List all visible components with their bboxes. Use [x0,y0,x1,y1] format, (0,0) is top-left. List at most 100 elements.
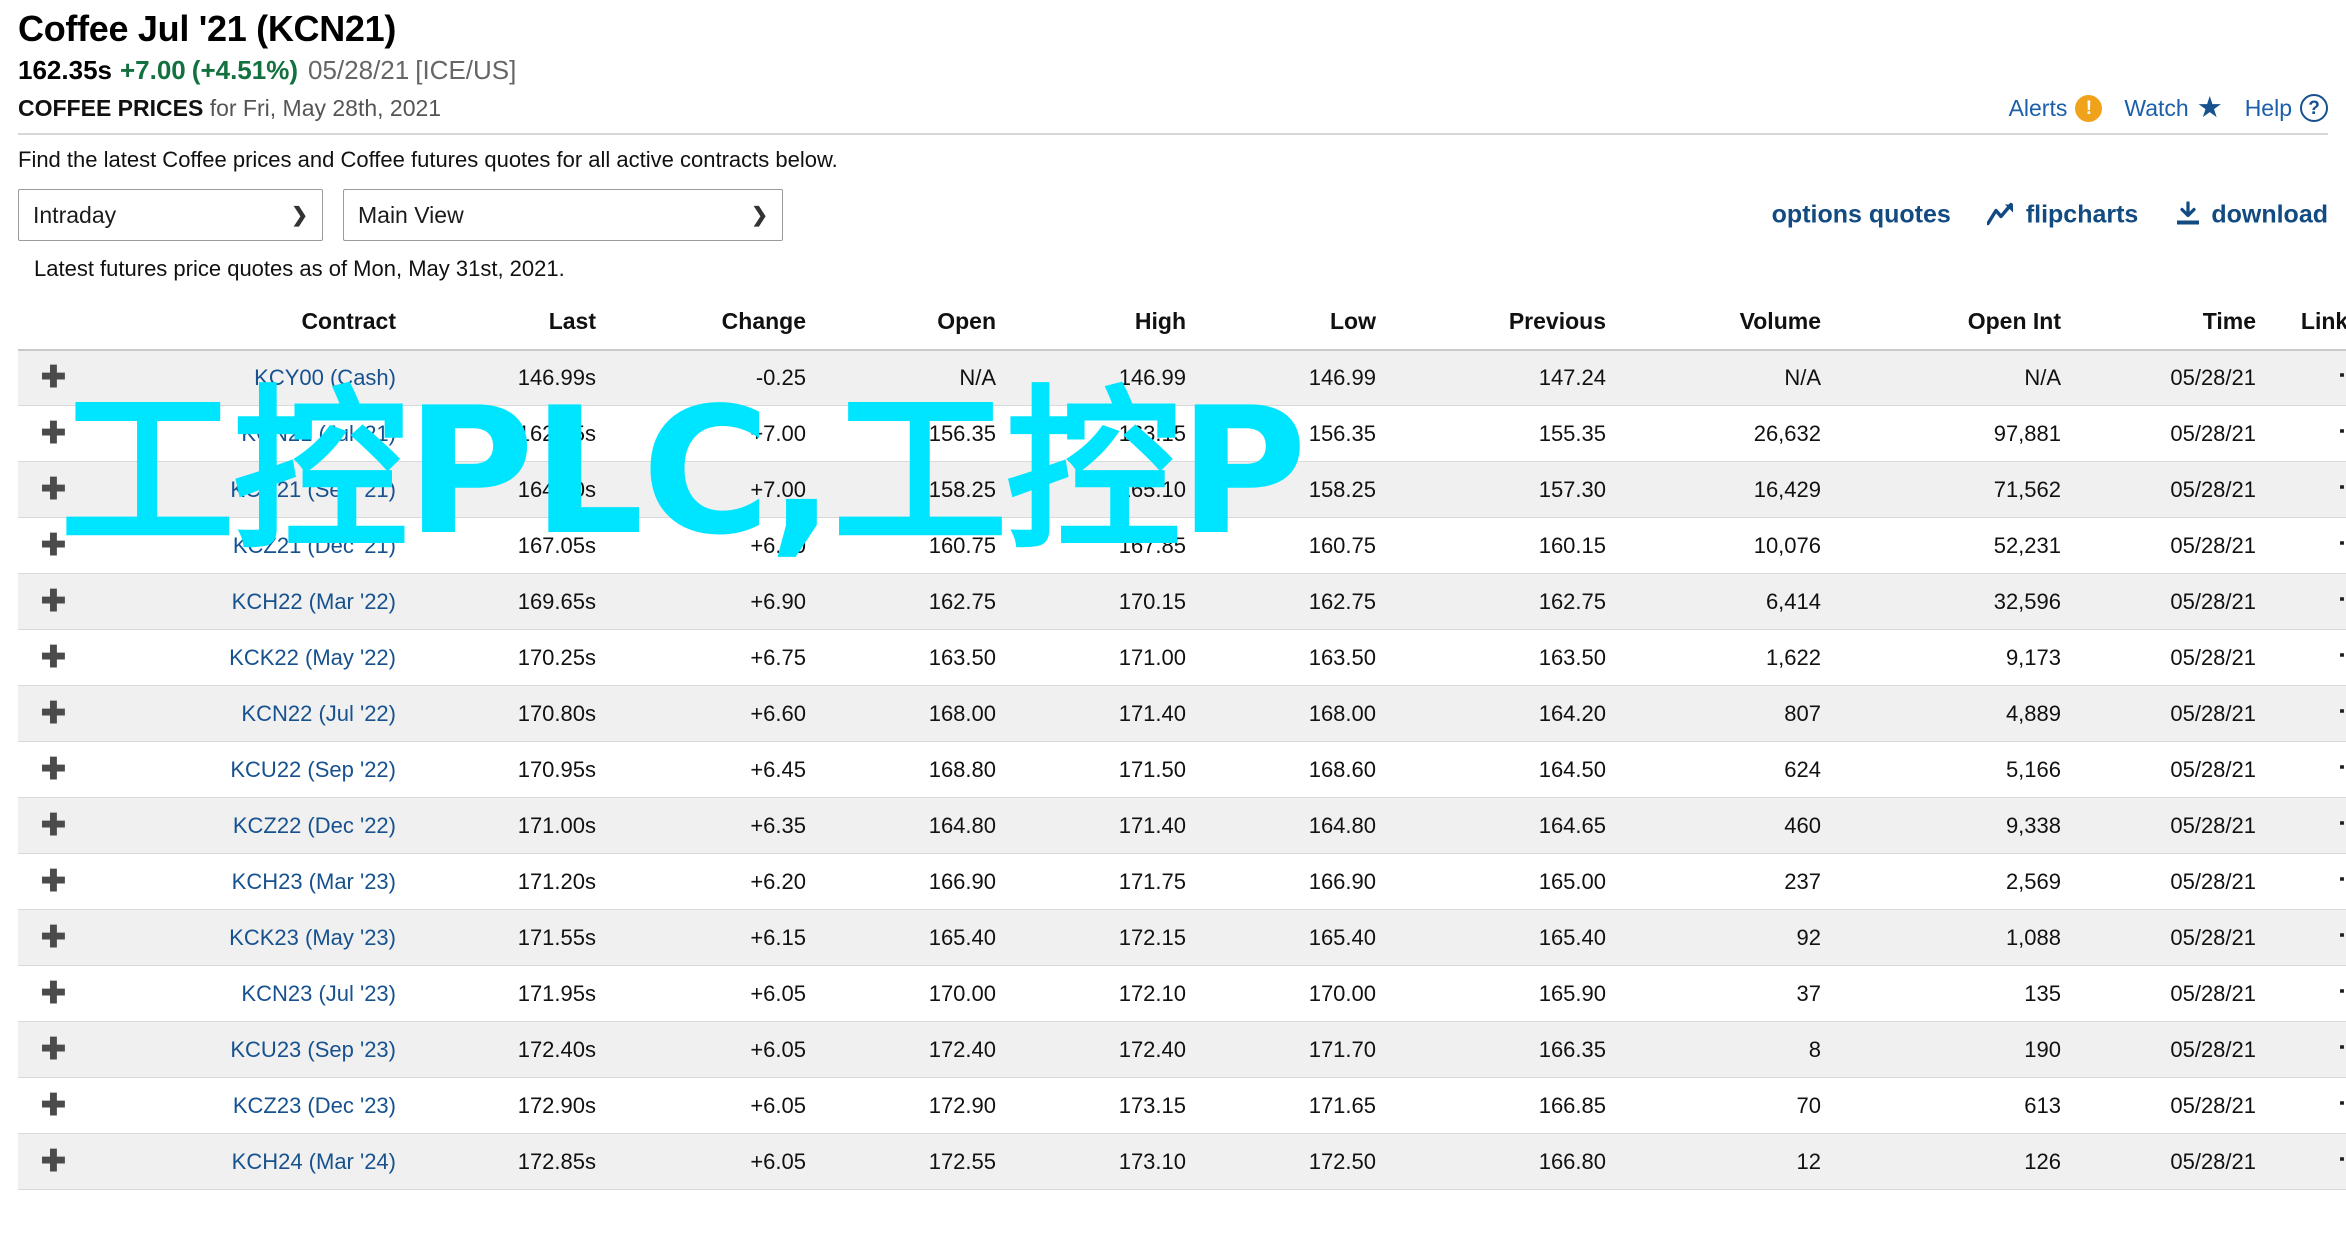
plus-icon[interactable]: ✚ [41,1146,66,1177]
expand-row-cell[interactable]: ✚ [18,686,80,742]
column-open[interactable]: Open [820,297,1010,351]
links-cell[interactable]: ⋮ [2270,854,2346,910]
contract-link[interactable]: KCH22 (Mar '22) [232,589,396,614]
time-cell: 05/28/21 [2170,532,2256,558]
contract-link[interactable]: KCN22 (Jul '22) [241,701,396,726]
more-options-icon[interactable]: ⋮ [2337,810,2346,836]
contract-cell: KCZ23 (Dec '23) [80,1078,410,1134]
contract-link[interactable]: KCH23 (Mar '23) [232,869,396,894]
plus-icon[interactable]: ✚ [41,922,66,953]
more-options-icon[interactable]: ⋮ [2337,978,2346,1004]
plus-icon[interactable]: ✚ [41,586,66,617]
open-cell: 162.75 [928,588,996,614]
links-cell[interactable]: ⋮ [2270,406,2346,462]
high-cell: 172.15 [1118,924,1186,950]
contract-link[interactable]: KCK22 (May '22) [229,645,396,670]
period-select[interactable]: Intraday [18,188,323,241]
column-previous[interactable]: Previous [1390,297,1620,351]
links-cell[interactable]: ⋮ [2270,518,2346,574]
plus-icon[interactable]: ✚ [41,642,66,673]
expand-row-cell[interactable]: ✚ [18,1022,80,1078]
more-options-icon[interactable]: ⋮ [2337,418,2346,444]
links-cell[interactable]: ⋮ [2270,686,2346,742]
column-change[interactable]: Change [610,297,820,351]
view-select[interactable]: Main View [343,188,783,241]
plus-icon[interactable]: ✚ [41,363,66,393]
more-options-icon[interactable]: ⋮ [2337,1146,2346,1172]
links-cell[interactable]: ⋮ [2270,1022,2346,1078]
links-cell[interactable]: ⋮ [2270,910,2346,966]
more-options-icon[interactable]: ⋮ [2337,922,2346,948]
column-time[interactable]: Time [2075,297,2270,351]
alerts-link[interactable]: Alerts ! [2009,95,2103,123]
links-cell[interactable]: ⋮ [2270,798,2346,854]
last-cell: 146.99s [517,365,596,391]
plus-icon[interactable]: ✚ [41,754,66,785]
links-cell[interactable]: ⋮ [2270,350,2346,406]
links-cell[interactable]: ⋮ [2270,462,2346,518]
plus-icon[interactable]: ✚ [41,418,66,449]
links-cell[interactable]: ⋮ [2270,966,2346,1022]
more-options-icon[interactable]: ⋮ [2337,754,2346,780]
links-cell[interactable]: ⋮ [2270,1078,2346,1134]
column-low[interactable]: Low [1200,297,1390,351]
more-options-icon[interactable]: ⋮ [2337,586,2346,612]
contract-link[interactable]: KCU21 (Sep '21) [230,477,396,502]
contract-link[interactable]: KCZ23 (Dec '23) [233,1093,396,1118]
column-contract[interactable]: Contract [80,297,410,351]
contract-link[interactable]: KCK23 (May '23) [229,925,396,950]
contract-link[interactable]: KCN23 (Jul '23) [241,981,396,1006]
plus-icon[interactable]: ✚ [41,530,66,561]
expand-row-cell[interactable]: ✚ [18,518,80,574]
more-options-icon[interactable]: ⋮ [2337,530,2346,556]
column-high[interactable]: High [1010,297,1200,351]
expand-row-cell[interactable]: ✚ [18,966,80,1022]
column-volume[interactable]: Volume [1620,297,1835,351]
expand-row-cell[interactable]: ✚ [18,1078,80,1134]
more-options-icon[interactable]: ⋮ [2337,474,2346,500]
contract-link[interactable]: KCH24 (Mar '24) [232,1149,396,1174]
plus-icon[interactable]: ✚ [41,810,66,841]
contract-link[interactable]: KCZ21 (Dec '21) [233,533,396,558]
contract-link[interactable]: KCU23 (Sep '23) [230,1037,396,1062]
contract-link[interactable]: KCU22 (Sep '22) [230,757,396,782]
options-quotes-link[interactable]: options quotes [1772,200,1951,229]
expand-row-cell[interactable]: ✚ [18,574,80,630]
contract-link[interactable]: KCZ22 (Dec '22) [233,813,396,838]
expand-row-cell[interactable]: ✚ [18,630,80,686]
contract-link[interactable]: KCN21 (Jul '21) [241,421,396,446]
help-link[interactable]: Help ? [2245,94,2328,123]
more-options-icon[interactable]: ⋮ [2337,362,2346,388]
open-cell: 160.75 [928,532,996,558]
expand-row-cell[interactable]: ✚ [18,910,80,966]
expand-row-cell[interactable]: ✚ [18,742,80,798]
watch-link[interactable]: Watch ★ [2124,93,2222,123]
plus-icon[interactable]: ✚ [41,698,66,729]
links-cell[interactable]: ⋮ [2270,1134,2346,1190]
expand-row-cell[interactable]: ✚ [18,406,80,462]
open-cell: 166.90 [928,868,996,894]
more-options-icon[interactable]: ⋮ [2337,1034,2346,1060]
more-options-icon[interactable]: ⋮ [2337,642,2346,668]
plus-icon[interactable]: ✚ [41,1034,66,1065]
plus-icon[interactable]: ✚ [41,1090,66,1121]
more-options-icon[interactable]: ⋮ [2337,866,2346,892]
more-options-icon[interactable]: ⋮ [2337,1090,2346,1116]
plus-icon[interactable]: ✚ [41,978,66,1009]
column-last[interactable]: Last [410,297,610,351]
column-open-int[interactable]: Open Int [1835,297,2075,351]
plus-icon[interactable]: ✚ [41,866,66,897]
links-cell[interactable]: ⋮ [2270,630,2346,686]
contract-link[interactable]: KCY00 (Cash) [254,365,396,390]
links-cell[interactable]: ⋮ [2270,742,2346,798]
flipcharts-link[interactable]: flipcharts [1986,200,2138,229]
expand-row-cell[interactable]: ✚ [18,798,80,854]
expand-row-cell[interactable]: ✚ [18,350,80,406]
expand-row-cell[interactable]: ✚ [18,1134,80,1190]
expand-row-cell[interactable]: ✚ [18,854,80,910]
links-cell[interactable]: ⋮ [2270,574,2346,630]
plus-icon[interactable]: ✚ [41,474,66,505]
download-link[interactable]: download [2174,200,2328,229]
more-options-icon[interactable]: ⋮ [2337,698,2346,724]
expand-row-cell[interactable]: ✚ [18,462,80,518]
